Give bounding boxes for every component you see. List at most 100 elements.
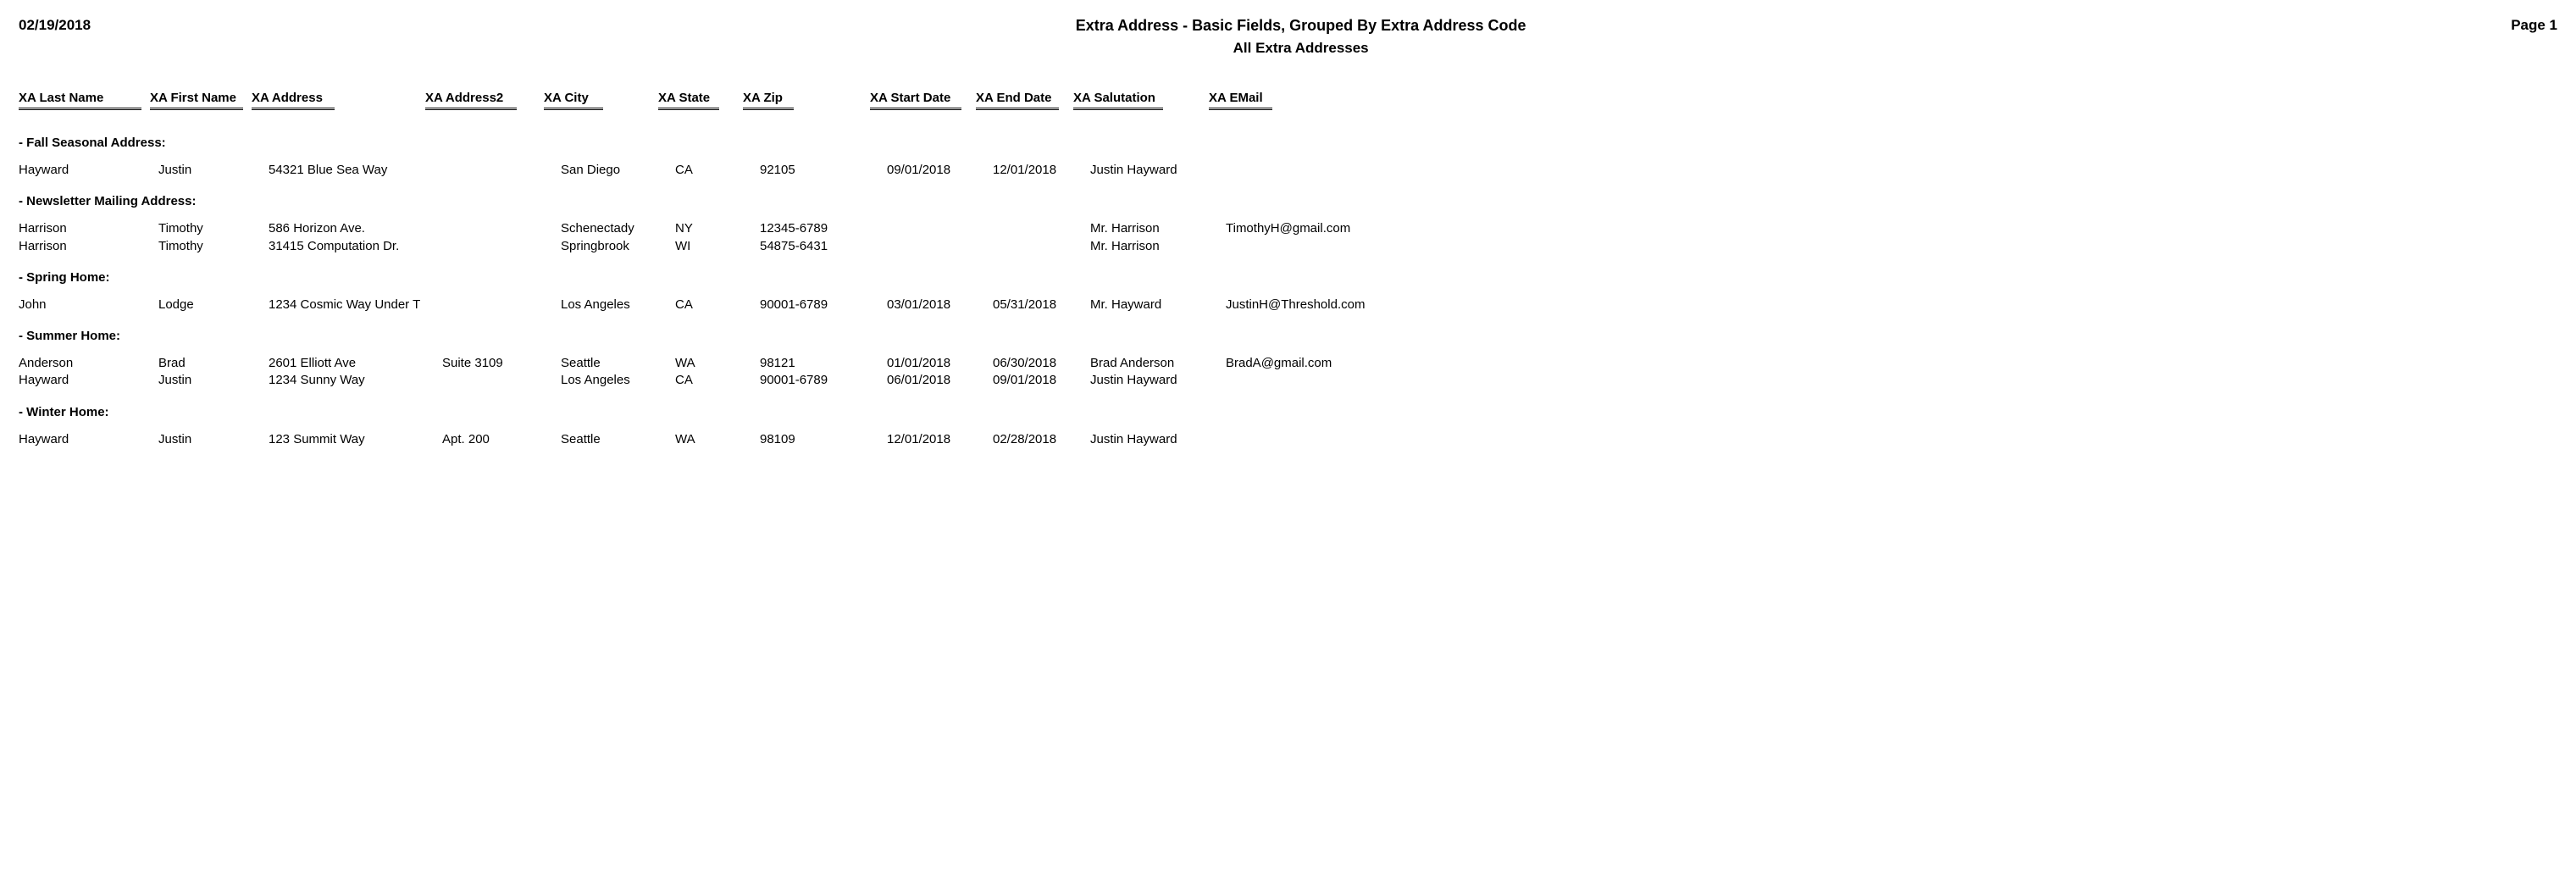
cell-salutation: Justin Hayward (1090, 372, 1217, 389)
report-title-block: Extra Address - Basic Fields, Grouped By… (91, 17, 2511, 57)
cell-end-date: 05/31/2018 (993, 297, 1082, 313)
cell-salutation: Mr. Hayward (1090, 297, 1217, 313)
data-rows: John Lodge 1234 Cosmic Way Under T Los Ange… (19, 297, 2557, 313)
col-header-city: XA City (544, 91, 603, 110)
table-row: AndersonBrad2601 Elliott AveSuite 3109Se… (19, 355, 2557, 372)
cell-first-name: Justin (158, 162, 260, 179)
cell-address2 (442, 372, 552, 389)
cell-salutation: Justin Hayward (1090, 162, 1217, 179)
cell-end-date: 02/28/2018 (993, 431, 1082, 448)
cell-state: WI (675, 238, 751, 255)
cell-address2 (442, 238, 552, 255)
group-header: - Newsletter Mailing Address: (19, 194, 2557, 208)
cell-city: Los Angeles (561, 297, 667, 313)
report-page-label: Page 1 (2511, 17, 2557, 34)
data-rows: HarrisonTimothy586 Horizon Ave.Schenecta… (19, 220, 2557, 255)
group-block: - Fall Seasonal Address: Hayward Justin 543… (19, 136, 2557, 179)
cell-address: 54321 Blue Sea Way (269, 162, 434, 179)
cell-address: 2601 Elliott Ave (269, 355, 434, 372)
cell-salutation: Mr. Harrison (1090, 238, 1217, 255)
table-row: HarrisonTimothy586 Horizon Ave.Schenecta… (19, 220, 2557, 237)
cell-state: CA (675, 162, 751, 179)
cell-email (1226, 431, 1395, 448)
group-header: - Summer Home: (19, 329, 2557, 343)
cell-address2: Apt. 200 (442, 431, 552, 448)
cell-salutation: Brad Anderson (1090, 355, 1217, 372)
group-block: - Newsletter Mailing Address:HarrisonTim… (19, 194, 2557, 255)
cell-city: Springbrook (561, 238, 667, 255)
cell-address: 1234 Sunny Way (269, 372, 434, 389)
cell-salutation: Justin Hayward (1090, 431, 1217, 448)
group-header: - Winter Home: (19, 405, 2557, 419)
group-header: - Spring Home: (19, 270, 2557, 285)
report-date: 02/19/2018 (19, 17, 91, 34)
cell-last-name: Hayward (19, 431, 150, 448)
cell-address2 (442, 297, 552, 313)
cell-end-date: 12/01/2018 (993, 162, 1082, 179)
cell-email: BradA@gmail.com (1226, 355, 1395, 372)
cell-address: 1234 Cosmic Way Under T (269, 297, 434, 313)
cell-city: Los Angeles (561, 372, 667, 389)
cell-zip: 90001-6789 (760, 372, 878, 389)
cell-zip: 90001-6789 (760, 297, 878, 313)
col-header-zip: XA Zip (743, 91, 794, 110)
report-title: Extra Address - Basic Fields, Grouped By… (91, 17, 2511, 35)
cell-state: WA (675, 355, 751, 372)
cell-first-name: Timothy (158, 220, 260, 237)
cell-start-date (887, 220, 984, 237)
table-row: Hayward Justin 123 Summit Way Apt. 200 Seatt… (19, 431, 2557, 448)
cell-email (1226, 372, 1395, 389)
group-header: - Fall Seasonal Address: (19, 136, 2557, 150)
cell-email (1226, 238, 1395, 255)
cell-city: Seattle (561, 355, 667, 372)
cell-email: TimothyH@gmail.com (1226, 220, 1395, 237)
cell-address2 (442, 220, 552, 237)
cell-salutation: Mr. Harrison (1090, 220, 1217, 237)
cell-end-date (993, 238, 1082, 255)
col-header-salut: XA Salutation (1073, 91, 1163, 110)
cell-start-date: 01/01/2018 (887, 355, 984, 372)
cell-last-name: Hayward (19, 162, 150, 179)
cell-zip: 92105 (760, 162, 878, 179)
cell-first-name: Brad (158, 355, 260, 372)
table-row: John Lodge 1234 Cosmic Way Under T Los Ange… (19, 297, 2557, 313)
cell-city: Seattle (561, 431, 667, 448)
cell-email (1226, 162, 1395, 179)
group-block: - Summer Home:AndersonBrad2601 Elliott A… (19, 329, 2557, 390)
col-header-start: XA Start Date (870, 91, 961, 110)
cell-first-name: Justin (158, 431, 260, 448)
col-header-addr: XA Address (252, 91, 335, 110)
cell-first-name: Timothy (158, 238, 260, 255)
cell-zip: 98109 (760, 431, 878, 448)
col-header-last: XA Last Name (19, 91, 141, 110)
cell-start-date: 09/01/2018 (887, 162, 984, 179)
cell-city: Schenectady (561, 220, 667, 237)
cell-end-date (993, 220, 1082, 237)
cell-first-name: Lodge (158, 297, 260, 313)
cell-last-name: John (19, 297, 150, 313)
cell-first-name: Justin (158, 372, 260, 389)
col-header-email: XA EMail (1209, 91, 1272, 110)
col-header-addr2: XA Address2 (425, 91, 517, 110)
cell-state: CA (675, 372, 751, 389)
group-block: - Spring Home: John Lodge 1234 Cosmic Way U… (19, 270, 2557, 313)
col-header-first: XA First Name (150, 91, 243, 110)
cell-start-date: 12/01/2018 (887, 431, 984, 448)
cell-address2: Suite 3109 (442, 355, 552, 372)
cell-city: San Diego (561, 162, 667, 179)
report-header: 02/19/2018 Extra Address - Basic Fields,… (19, 17, 2557, 57)
cell-start-date: 06/01/2018 (887, 372, 984, 389)
cell-state: NY (675, 220, 751, 237)
data-rows: Hayward Justin 123 Summit Way Apt. 200 Seatt… (19, 431, 2557, 448)
cell-end-date: 06/30/2018 (993, 355, 1082, 372)
report-subtitle: All Extra Addresses (91, 40, 2511, 57)
group-block: - Winter Home: Hayward Justin 123 Summit Wa… (19, 405, 2557, 448)
cell-address: 31415 Computation Dr. (269, 238, 434, 255)
column-headers: XA Last Name XA First Name XA Address XA… (19, 91, 2557, 110)
cell-last-name: Harrison (19, 238, 150, 255)
cell-zip: 12345-6789 (760, 220, 878, 237)
cell-email: JustinH@Threshold.com (1226, 297, 1395, 313)
cell-address: 123 Summit Way (269, 431, 434, 448)
cell-end-date: 09/01/2018 (993, 372, 1082, 389)
table-row: Hayward Justin 54321 Blue Sea Way San Diego… (19, 162, 2557, 179)
